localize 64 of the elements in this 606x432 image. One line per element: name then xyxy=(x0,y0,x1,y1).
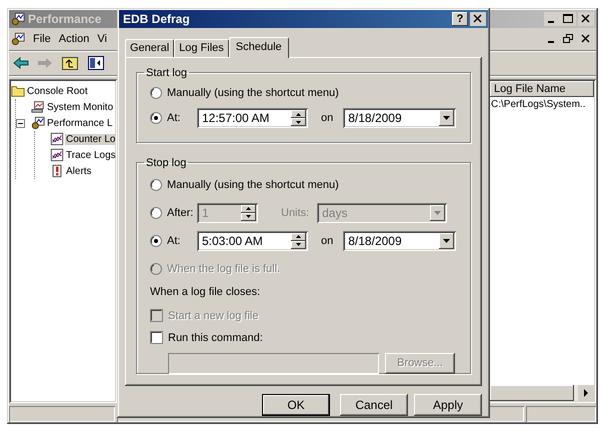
radio-label[interactable]: Manually (using the shortcut menu) xyxy=(167,87,339,100)
up-folder-icon[interactable] xyxy=(61,55,79,71)
menu-item[interactable]: Vi xyxy=(93,33,111,45)
chart-icon xyxy=(50,132,64,146)
radio-button[interactable] xyxy=(150,178,162,191)
gear-chart-icon xyxy=(11,32,25,46)
radio-button[interactable] xyxy=(150,206,162,219)
spin-buttons[interactable] xyxy=(291,110,306,126)
tab[interactable]: General xyxy=(125,38,174,57)
date-dropdown[interactable]: 8/18/2009 xyxy=(343,108,456,128)
tree-item[interactable]: Counter Lo xyxy=(65,134,116,144)
time-field[interactable]: 5:03:00 AM xyxy=(197,230,308,251)
tab[interactable]: Log Files xyxy=(174,38,229,57)
radio-label[interactable]: At: xyxy=(167,112,197,124)
tree-item[interactable]: Trace Logs xyxy=(65,150,117,160)
alert-icon xyxy=(50,164,64,178)
units-label: Units: xyxy=(281,206,310,219)
dropdown-arrow-icon[interactable] xyxy=(443,238,450,243)
on-label: on xyxy=(321,234,334,247)
collapse-icon[interactable] xyxy=(16,118,25,128)
spin-buttons[interactable] xyxy=(241,204,256,221)
back-arrow-icon[interactable] xyxy=(13,56,29,70)
help-button[interactable]: ? xyxy=(452,12,468,26)
radio-button[interactable] xyxy=(150,234,162,247)
dialog-button[interactable]: Cancel xyxy=(340,394,408,416)
section-label: When a log file closes: xyxy=(150,286,262,298)
window-title: Performance xyxy=(28,12,102,26)
list-item[interactable]: C:\PerfLogs\System.. xyxy=(491,99,586,110)
radio-label[interactable]: After: xyxy=(167,206,197,219)
tree-item[interactable]: Console Root xyxy=(26,86,89,96)
scroll-right-icon[interactable] xyxy=(578,385,594,401)
group-title: Start log xyxy=(145,66,188,79)
menu-item[interactable]: File xyxy=(29,33,55,45)
dropdown-arrow-icon[interactable] xyxy=(443,116,450,120)
spin-buttons[interactable] xyxy=(291,232,306,249)
checkbox[interactable] xyxy=(150,331,163,344)
radio-label[interactable]: At: xyxy=(167,234,197,247)
tree-item[interactable]: System Monito xyxy=(46,102,114,112)
dialog-button[interactable]: Apply xyxy=(414,394,482,416)
tree-item[interactable]: Performance L xyxy=(46,118,114,128)
status-bar-pane xyxy=(526,406,596,422)
chart-icon xyxy=(50,148,64,162)
menu-item[interactable]: Action xyxy=(54,33,94,45)
folder-icon xyxy=(11,84,25,98)
close-icon[interactable] xyxy=(470,12,486,26)
dialog-button[interactable]: OK xyxy=(262,394,330,416)
radio-label[interactable]: Manually (using the shortcut menu) xyxy=(167,178,339,191)
gear-chart-icon xyxy=(11,12,25,26)
dialog-title: EDB Defrag xyxy=(122,12,190,26)
monitor-icon xyxy=(31,100,45,114)
gear-chart-icon xyxy=(31,116,45,130)
tree-toggle-icon[interactable] xyxy=(87,55,105,71)
on-label: on xyxy=(321,112,334,124)
horizontal-scrollbar[interactable] xyxy=(490,385,594,401)
tree-item[interactable]: Alerts xyxy=(65,166,93,176)
column-header[interactable]: Log File Name xyxy=(490,81,594,97)
date-dropdown[interactable]: 8/18/2009 xyxy=(343,230,456,251)
group-title: Stop log xyxy=(145,156,188,169)
radio-button[interactable] xyxy=(150,112,162,124)
time-field[interactable]: 12:57:00 AM xyxy=(197,108,308,128)
radio-button[interactable] xyxy=(150,87,162,100)
checkbox-label[interactable]: Run this command: xyxy=(168,332,263,344)
tab[interactable]: Schedule xyxy=(228,36,289,58)
command-field[interactable] xyxy=(168,352,379,374)
